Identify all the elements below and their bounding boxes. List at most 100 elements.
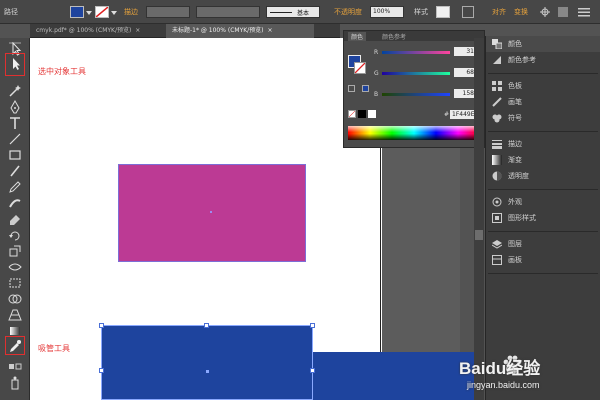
g-slider[interactable] [382,72,450,75]
color-spectrum[interactable] [348,126,480,140]
graphic-style-swatch[interactable] [436,6,450,18]
black-swatch[interactable] [358,110,366,118]
dock-item-appearance[interactable]: 外观 [486,194,600,210]
white-swatch[interactable] [368,110,376,118]
selection-type-label: 路径 [4,8,18,16]
document-setup-icon[interactable] [462,6,474,18]
dock-item-transparency[interactable]: 透明度 [486,168,600,184]
dock-item-color-guide[interactable]: 颜色参考 [486,52,600,68]
arrange-icon[interactable] [558,7,568,17]
dock-item-graphic-styles[interactable]: 图形样式 [486,210,600,226]
symbol-sprayer-tool-icon[interactable] [7,376,23,390]
close-icon[interactable]: × [267,27,272,34]
close-icon[interactable]: × [135,27,140,34]
opacity-field[interactable]: 100% [370,6,404,18]
blue-rectangle[interactable] [313,352,474,400]
b-slider[interactable] [382,93,450,96]
dock-item-color[interactable]: 颜色 [486,36,600,52]
g-value-field[interactable]: 68 [454,68,476,77]
blob-brush-tool-icon[interactable] [7,196,23,210]
stroke-dropdown-icon[interactable] [111,11,117,15]
style-label: 样式 [414,8,428,16]
none-swatch[interactable] [348,110,356,118]
divider [488,189,598,190]
rectangle-tool-icon[interactable] [7,148,23,162]
dock-item-label: 透明度 [508,172,529,180]
brush-definition-dropdown[interactable]: 基本 [266,6,320,18]
dock-item-label: 描边 [508,140,522,148]
eraser-tool-icon[interactable] [7,212,23,226]
magenta-rectangle[interactable] [118,164,306,262]
shape-builder-tool-icon[interactable] [7,292,23,306]
brushes-icon [492,97,502,107]
watermark-url: jingyan.baidu.com [467,380,540,390]
paintbrush-tool-icon[interactable] [7,164,23,178]
eyedropper-tool-icon[interactable] [7,339,23,353]
dock-item-label: 图层 [508,240,522,248]
dock-item-label: 图形样式 [508,214,536,222]
tab-label: cmyk.pdf* @ 100% (CMYK/预览) [36,27,132,34]
symbols-icon [492,113,502,123]
transparency-icon [492,171,502,181]
isolate-icon[interactable] [540,7,550,17]
scrollbar-thumb[interactable] [475,230,483,240]
stroke-label[interactable]: 描边 [124,7,138,17]
color-panel-header: 颜色 颜色参考 [344,31,484,41]
selection-tool-icon[interactable] [7,57,23,71]
width-tool-icon[interactable] [7,260,23,274]
stroke-color-swatch[interactable] [354,62,366,74]
vertical-scrollbar[interactable] [474,38,484,400]
resize-handle[interactable] [99,323,104,328]
dock-item-artboards[interactable]: 画板 [486,252,600,268]
fill-swatch[interactable] [70,6,84,18]
r-slider[interactable] [382,51,450,54]
blend-tool-icon[interactable] [7,360,23,374]
tab-cmyk-pdf[interactable]: cmyk.pdf* @ 100% (CMYK/预览) × [30,24,152,38]
watermark-brand: Baidu经验 [459,359,541,378]
perspective-grid-tool-icon[interactable] [7,308,23,322]
pen-tool-icon[interactable] [7,99,23,114]
stroke-weight-field[interactable] [146,6,190,18]
resize-handle[interactable] [310,323,315,328]
eyedropper-tool-annotation: 吸管工具 [38,344,70,353]
free-transform-tool-icon[interactable] [7,276,23,290]
transform-link[interactable]: 变换 [514,7,528,17]
r-value-field[interactable]: 31 [454,47,476,56]
dock-item-label: 画板 [508,256,522,264]
hex-symbol: # [444,111,450,118]
panel-menu-icon[interactable] [578,7,590,17]
resize-handle[interactable] [310,368,315,373]
dock-item-swatches[interactable]: 色板 [486,78,600,94]
variable-width-dropdown[interactable] [196,6,260,18]
dock-item-label: 符号 [508,114,522,122]
dock-item-layers[interactable]: 图层 [486,236,600,252]
r-label: R [374,49,379,56]
opacity-label[interactable]: 不透明度 [334,7,362,17]
b-value-field[interactable]: 158 [454,89,476,98]
magic-wand-tool-icon[interactable] [7,84,23,98]
align-link[interactable]: 对齐 [492,7,506,17]
scale-tool-icon[interactable] [7,244,23,258]
resize-handle[interactable] [99,368,104,373]
line-segment-tool-icon[interactable] [7,132,23,146]
out-of-gamut-icon[interactable] [348,85,355,92]
tab-color-guide[interactable]: 颜色参考 [382,32,406,41]
dock-item-symbols[interactable]: 符号 [486,110,600,126]
pencil-tool-icon[interactable] [7,180,23,194]
stroke-swatch[interactable] [95,6,109,18]
dock-item-stroke[interactable]: 描边 [486,136,600,152]
tools-panel [0,38,30,400]
dock-item-label: 色板 [508,82,522,90]
tab-color[interactable]: 颜色 [348,32,367,41]
tab-untitled-1[interactable]: 未标题-1* @ 100% (CMYK/预览) × [166,24,314,38]
graphic-styles-icon [492,213,502,223]
dock-item-gradient[interactable]: 渐变 [486,152,600,168]
rotate-tool-icon[interactable] [7,228,23,242]
type-tool-icon[interactable] [7,116,23,130]
resize-handle[interactable] [204,323,209,328]
dock-item-brushes[interactable]: 画笔 [486,94,600,110]
swatches-icon [492,81,502,91]
closest-color-swatch[interactable] [362,85,369,92]
fill-dropdown-icon[interactable] [86,11,92,15]
baidu-jingyan-watermark: Baidu经验 jingyan.baidu.com [455,352,595,396]
